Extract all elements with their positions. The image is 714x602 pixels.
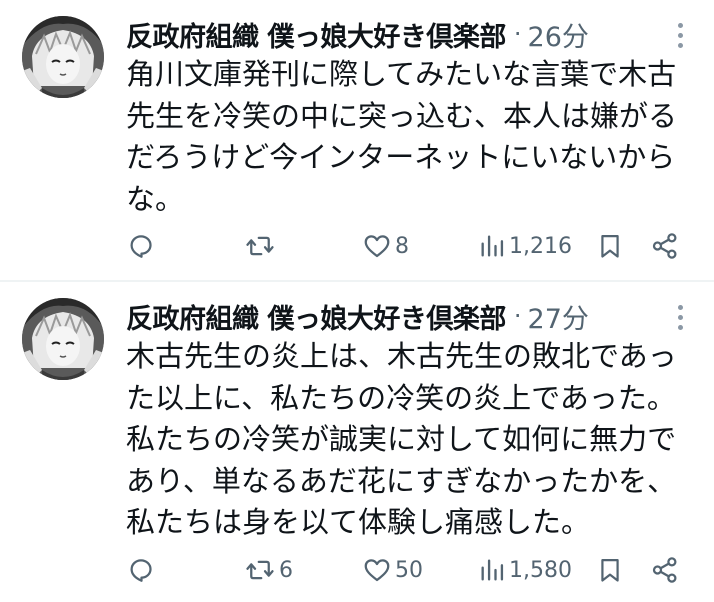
bookmark-icon — [601, 234, 619, 258]
tweet-text-line: 木古先生の炎上は、木古先生の敗北であっ — [126, 339, 677, 373]
tweet-text-line: だろうけど今インターネットにいないから — [126, 140, 676, 174]
retweet-button[interactable]: 6 — [244, 550, 293, 590]
tweet-text-line: た以上に、私たちの冷笑の炎上であった。 — [126, 380, 676, 415]
views-count: 1,216 — [509, 233, 572, 259]
author-name[interactable]: 反政府組織 僕っ娘大好き倶楽部 — [126, 297, 506, 336]
tweet-header: 反政府組織 僕っ娘大好き倶楽部 · 26分 — [126, 14, 589, 54]
retweet-button[interactable] — [244, 226, 279, 266]
retweet-icon — [246, 236, 274, 256]
author-name[interactable]: 反政府組織 僕っ娘大好き倶楽部 — [126, 15, 506, 54]
share-icon — [652, 233, 677, 259]
tweet-text-line: あり、単なるあだ花にすぎなかったかを、 — [126, 463, 677, 498]
more-vertical-icon[interactable] — [666, 300, 694, 334]
share-button[interactable] — [650, 550, 680, 590]
tweet-header: 反政府組織 僕っ娘大好き倶楽部 · 27分 — [126, 296, 589, 336]
retweet-icon — [246, 560, 274, 580]
reply-button[interactable] — [126, 550, 159, 590]
bookmark-button[interactable] — [596, 226, 624, 266]
reply-icon — [130, 235, 152, 258]
tweet-text: 木古先生の炎上は、木古先生の敗北であっ た以上に、私たちの冷笑の炎上であった。 … — [126, 336, 706, 544]
more-vertical-icon[interactable] — [666, 18, 694, 52]
tweet-text-line: 私たちは身を以て体験し痛感した。 — [126, 505, 591, 539]
avatar[interactable] — [22, 298, 104, 380]
action-bar: 6 50 1,580 — [0, 550, 714, 590]
heart-icon — [364, 235, 390, 258]
separator-dot: · — [513, 302, 522, 330]
bookmark-button[interactable] — [596, 550, 624, 590]
tweet[interactable]: 反政府組織 僕っ娘大好き倶楽部 · 27分 木古先生の炎上は、木古先生の敗北であ… — [0, 282, 714, 602]
separator-dot: · — [513, 20, 522, 48]
like-count: 50 — [395, 557, 423, 583]
views-icon — [481, 235, 504, 257]
like-button[interactable]: 50 — [362, 550, 423, 590]
heart-icon — [364, 559, 390, 582]
avatar[interactable] — [22, 16, 104, 98]
views-button[interactable]: 1,216 — [478, 226, 572, 266]
tweet-text-line: 私たちの冷笑が誠実に対して如何に無力で — [126, 422, 677, 456]
share-button[interactable] — [650, 226, 680, 266]
like-button[interactable]: 8 — [362, 226, 409, 266]
retweet-count: 6 — [279, 557, 293, 583]
views-button[interactable]: 1,580 — [478, 550, 572, 590]
reply-button[interactable] — [126, 226, 159, 266]
tweet-text-line: 角川文庫発刊に際してみたいな言葉で木古 — [126, 57, 677, 91]
share-icon — [652, 557, 677, 583]
reply-icon — [130, 559, 152, 582]
views-icon — [481, 559, 504, 581]
tweet-text-line: 先生を冷笑の中に突っ込む、本人は嫌がる — [126, 98, 678, 133]
action-bar: 8 1,216 — [0, 226, 714, 266]
bookmark-icon — [601, 558, 619, 582]
views-count: 1,580 — [509, 557, 572, 583]
timestamp[interactable]: 26分 — [528, 15, 589, 54]
like-count: 8 — [395, 233, 409, 259]
tweet[interactable]: 反政府組織 僕っ娘大好き倶楽部 · 26分 角川文庫発刊に際してみたいな言葉で木… — [0, 0, 714, 280]
tweet-text: 角川文庫発刊に際してみたいな言葉で木古 先生を冷笑の中に突っ込む、本人は嫌がる … — [126, 54, 706, 220]
tweet-text-line: な。 — [126, 181, 185, 216]
timestamp[interactable]: 27分 — [528, 297, 589, 336]
